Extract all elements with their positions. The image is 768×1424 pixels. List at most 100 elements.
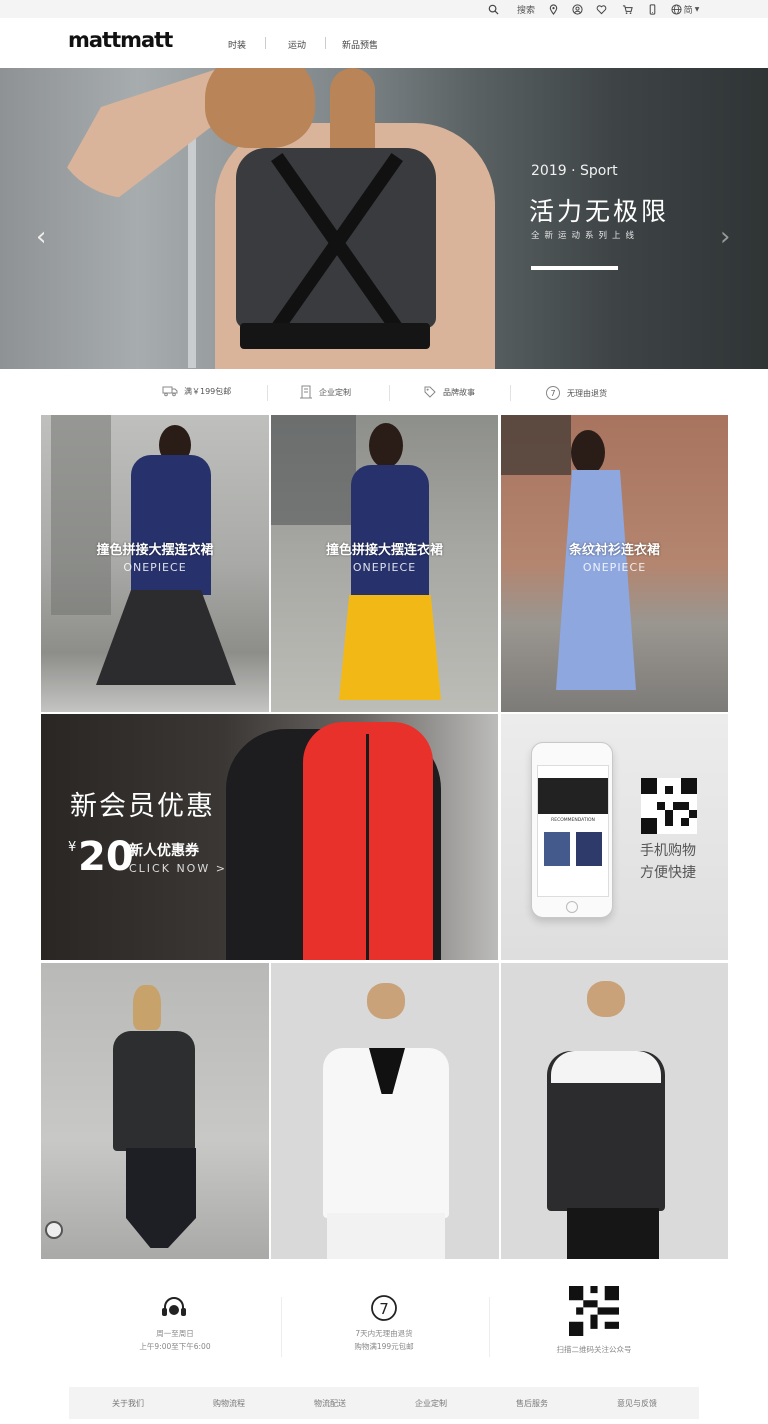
product-title: 撞色拼接大摆连衣裙 (96, 543, 214, 558)
nav-divider (325, 37, 326, 49)
product-tile[interactable]: 条纹衬衫连衣裙 ONEPIECE (501, 415, 728, 712)
service-divider (389, 385, 390, 401)
promo-coupon-label: 新人优惠券 (129, 843, 199, 859)
hero-model-hair (205, 68, 315, 148)
search-link[interactable]: 搜索 (513, 1, 539, 17)
product-tile[interactable]: 撞色拼接大摆连衣裙 ONEPIECE (271, 415, 498, 712)
footer-link[interactable]: 企业定制 (415, 1398, 447, 1409)
service-brand-story[interactable]: 品牌故事 (423, 385, 475, 399)
nav-presale[interactable]: 新品预售 (342, 38, 378, 51)
dress-hem (96, 590, 236, 685)
hero-background-pole (188, 108, 196, 368)
footer-link[interactable]: 售后服务 (516, 1398, 548, 1409)
product-title: 撞色拼接大摆连衣裙 (325, 543, 443, 558)
hero-underline (531, 266, 618, 270)
product-tile[interactable]: 撞色拼接大摆连衣裙 ONEPIECE (41, 415, 269, 712)
service-divider (510, 385, 511, 401)
phone-product-thumb (576, 832, 602, 866)
footer-link[interactable]: 购物流程 (213, 1398, 245, 1409)
phone-banner (538, 778, 608, 814)
seven-day-icon: 7 (546, 386, 560, 400)
service-enterprise[interactable]: 企业定制 (299, 385, 351, 399)
shorts (327, 1213, 445, 1259)
model-hair (367, 983, 405, 1019)
service-label: 满￥199包邮 (184, 386, 232, 396)
jacket-zipper (366, 734, 369, 960)
phone-screen: RECOMMENDATION (537, 765, 609, 897)
service-label: 品牌故事 (443, 387, 475, 397)
colorblock-yoke (551, 1051, 661, 1083)
info-line: 7天内无理由退货 (355, 1329, 413, 1338)
service-label: 无理由退货 (567, 388, 607, 398)
product-tile[interactable] (271, 963, 499, 1259)
truck-icon (162, 386, 178, 397)
info-line: 上午9:00至下午6:00 (139, 1342, 211, 1351)
product-tile[interactable] (501, 963, 728, 1259)
info-line: 购物满199元包邮 (354, 1342, 414, 1351)
footer-link[interactable]: 关于我们 (112, 1398, 144, 1409)
search-icon[interactable] (485, 1, 501, 17)
phone-home-button (566, 901, 578, 913)
model-hair (369, 423, 403, 468)
promo-title: 新会员优惠 (70, 791, 215, 822)
dress-hem (339, 595, 441, 700)
svg-text:7: 7 (550, 389, 555, 398)
hero-next-arrow-icon[interactable]: › (720, 222, 730, 252)
info-divider (489, 1297, 490, 1357)
nav-fashion[interactable]: 时装 (228, 38, 246, 51)
pants (567, 1208, 659, 1259)
dress-top (351, 465, 429, 600)
returns-policy: 7天内无理由退货 购物满199元包邮 (314, 1327, 454, 1353)
hero-title: 活力无极限 (529, 197, 670, 226)
language-label: 简 (683, 5, 693, 16)
promo-cta[interactable]: CLICK NOW > (129, 862, 227, 875)
hero-prev-arrow-icon[interactable]: ‹ (36, 222, 46, 252)
hero-year-line: 2019 · Sport (531, 163, 618, 179)
nav-divider (265, 37, 266, 49)
qr-caption: 扫描二维码关注公众号 (556, 1345, 632, 1354)
user-icon[interactable] (569, 1, 585, 17)
seven-day-icon: 7 (371, 1295, 397, 1321)
model-hair (133, 985, 161, 1030)
new-member-promo[interactable]: 新会员优惠 ¥ 20 新人优惠券 CLICK NOW > (41, 714, 498, 960)
phone-product-thumb (544, 832, 570, 866)
tag-icon (424, 386, 436, 398)
chevron-down-icon: ▼ (694, 5, 700, 13)
heart-icon[interactable] (593, 1, 609, 17)
globe-icon (671, 3, 682, 15)
info-line: 周一至周日 (156, 1329, 194, 1338)
cart-icon[interactable] (619, 1, 635, 17)
location-icon[interactable] (545, 1, 561, 17)
model-hair (587, 981, 625, 1017)
language-switch[interactable]: 简 ▼ (669, 1, 701, 17)
footer-bar (69, 1387, 699, 1419)
qr-code-icon[interactable] (569, 1286, 619, 1336)
phone-section-label: RECOMMENDATION (551, 818, 595, 823)
footer-link[interactable]: 物流配送 (314, 1398, 346, 1409)
promo-amount: 20 (78, 834, 134, 880)
nav-sport[interactable]: 运动 (288, 38, 306, 51)
product-title: 条纹衬衫连衣裙 (568, 543, 660, 558)
service-free-shipping[interactable]: 满￥199包邮 (162, 385, 231, 397)
headset-icon (162, 1297, 186, 1316)
hero-bra-band (240, 323, 430, 349)
model-hair (571, 430, 605, 475)
shirt-dress (556, 470, 636, 690)
info-divider (281, 1297, 282, 1357)
brand-logo[interactable]: mattmatt (68, 28, 173, 52)
product-subtitle: ONEPIECE (582, 561, 647, 574)
phone-mockup: RECOMMENDATION (531, 742, 613, 918)
background-window (51, 415, 111, 615)
product-tile[interactable] (41, 963, 269, 1259)
mobile-icon[interactable] (644, 1, 660, 17)
svg-text:7: 7 (379, 1300, 389, 1318)
hero-subtitle: 全新运动系列上线 (531, 231, 640, 241)
footer-link[interactable]: 意见与反馈 (617, 1398, 657, 1409)
product-subtitle: ONEPIECE (123, 561, 187, 574)
qr-code-icon (641, 778, 697, 834)
background-window (501, 415, 571, 475)
support-hours: 周一至周日 上午9:00至下午6:00 (105, 1327, 245, 1353)
dress-top (131, 455, 211, 595)
mobile-shopping-promo[interactable]: RECOMMENDATION 手机购物 方便快捷 (501, 714, 728, 960)
service-returns[interactable]: 7 无理由退货 (545, 385, 607, 401)
